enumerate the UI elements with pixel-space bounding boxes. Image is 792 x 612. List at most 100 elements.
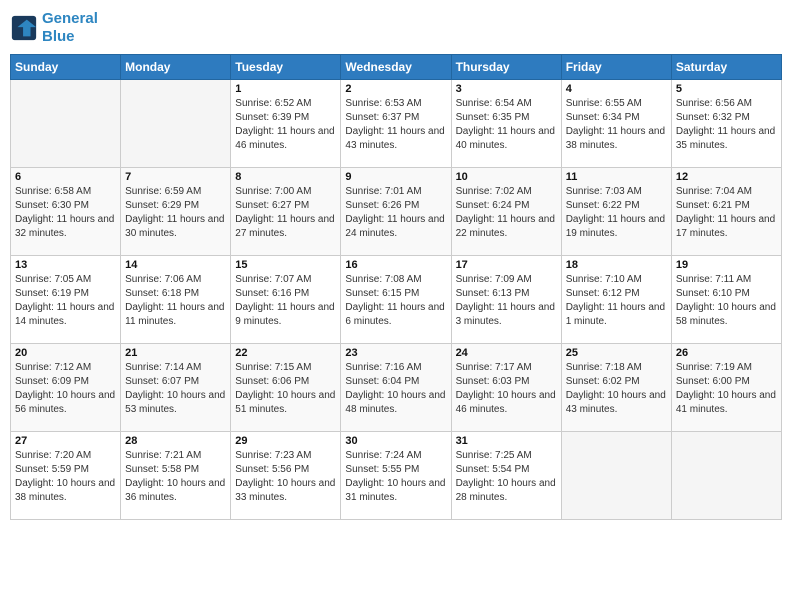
- day-number: 6: [15, 171, 116, 183]
- daylight-text: Daylight: 11 hours and 14 minutes.: [15, 301, 116, 329]
- daylight-text: Daylight: 11 hours and 24 minutes.: [345, 213, 446, 241]
- daylight-text: Daylight: 10 hours and 28 minutes.: [456, 477, 557, 505]
- calendar-cell: 25Sunrise: 7:18 AMSunset: 6:02 PMDayligh…: [561, 344, 671, 432]
- calendar-cell: 13Sunrise: 7:05 AMSunset: 6:19 PMDayligh…: [11, 256, 121, 344]
- daylight-text: Daylight: 10 hours and 51 minutes.: [235, 389, 336, 417]
- calendar-cell: 29Sunrise: 7:23 AMSunset: 5:56 PMDayligh…: [231, 432, 341, 520]
- day-number: 16: [345, 259, 446, 271]
- calendar-week-row: 27Sunrise: 7:20 AMSunset: 5:59 PMDayligh…: [11, 432, 782, 520]
- calendar-week-row: 13Sunrise: 7:05 AMSunset: 6:19 PMDayligh…: [11, 256, 782, 344]
- sunset-text: Sunset: 5:59 PM: [15, 463, 116, 477]
- calendar-cell: 11Sunrise: 7:03 AMSunset: 6:22 PMDayligh…: [561, 168, 671, 256]
- calendar-cell: 2Sunrise: 6:53 AMSunset: 6:37 PMDaylight…: [341, 80, 451, 168]
- daylight-text: Daylight: 10 hours and 41 minutes.: [676, 389, 777, 417]
- sunrise-text: Sunrise: 7:08 AM: [345, 273, 446, 287]
- calendar-cell: 8Sunrise: 7:00 AMSunset: 6:27 PMDaylight…: [231, 168, 341, 256]
- day-number: 1: [235, 83, 336, 95]
- day-number: 11: [566, 171, 667, 183]
- sunrise-text: Sunrise: 7:20 AM: [15, 449, 116, 463]
- day-number: 31: [456, 435, 557, 447]
- calendar-week-row: 20Sunrise: 7:12 AMSunset: 6:09 PMDayligh…: [11, 344, 782, 432]
- day-number: 26: [676, 347, 777, 359]
- sunrise-text: Sunrise: 6:55 AM: [566, 97, 667, 111]
- daylight-text: Daylight: 10 hours and 38 minutes.: [15, 477, 116, 505]
- daylight-text: Daylight: 11 hours and 38 minutes.: [566, 125, 667, 153]
- page-header: General Blue: [10, 10, 782, 46]
- daylight-text: Daylight: 11 hours and 17 minutes.: [676, 213, 777, 241]
- calendar-cell: 18Sunrise: 7:10 AMSunset: 6:12 PMDayligh…: [561, 256, 671, 344]
- calendar-cell: 14Sunrise: 7:06 AMSunset: 6:18 PMDayligh…: [121, 256, 231, 344]
- day-number: 19: [676, 259, 777, 271]
- daylight-text: Daylight: 10 hours and 56 minutes.: [15, 389, 116, 417]
- sunrise-text: Sunrise: 7:03 AM: [566, 185, 667, 199]
- calendar-cell: 5Sunrise: 6:56 AMSunset: 6:32 PMDaylight…: [671, 80, 781, 168]
- calendar-cell: 31 Sunrise: 7:25 AMSunset: 5:54 PMDayligh…: [451, 432, 561, 520]
- sunrise-text: Sunrise: 7:17 AM: [456, 361, 557, 375]
- day-number: 21: [125, 347, 226, 359]
- sunset-text: Sunset: 5:54 PM: [456, 463, 557, 477]
- calendar-cell: [561, 432, 671, 520]
- calendar-cell: 17Sunrise: 7:09 AMSunset: 6:13 PMDayligh…: [451, 256, 561, 344]
- calendar-week-row: 6 Sunrise: 6:58 AMSunset: 6:30 PM Daylight…: [11, 168, 782, 256]
- sunrise-text: Sunrise: 7:16 AM: [345, 361, 446, 375]
- daylight-text: Daylight: 11 hours and 40 minutes.: [456, 125, 557, 153]
- sunrise-text: Sunrise: 7:14 AM: [125, 361, 226, 375]
- calendar-cell: 19Sunrise: 7:11 AMSunset: 6:10 PMDayligh…: [671, 256, 781, 344]
- calendar-cell: 3Sunrise: 6:54 AMSunset: 6:35 PMDaylight…: [451, 80, 561, 168]
- sunrise-text: Sunrise: 7:10 AM: [566, 273, 667, 287]
- sunrise-text: Sunrise: 7:02 AM: [456, 185, 557, 199]
- sunset-text: Sunset: 6:15 PM: [345, 287, 446, 301]
- column-header-friday: Friday: [561, 55, 671, 80]
- sunset-text: Sunset: 6:34 PM: [566, 111, 667, 125]
- sunset-text: Sunset: 6:35 PM: [456, 111, 557, 125]
- day-number: 23: [345, 347, 446, 359]
- day-number: 5: [676, 83, 777, 95]
- daylight-text: Daylight: 11 hours and 1 minute.: [566, 301, 667, 329]
- sunrise-text: Sunrise: 6:56 AM: [676, 97, 777, 111]
- logo-icon: [10, 14, 38, 42]
- daylight-text: Daylight: 11 hours and 9 minutes.: [235, 301, 336, 329]
- sunrise-text: Sunrise: 7:25 AM: [456, 449, 557, 463]
- sunset-text: Sunset: 6:02 PM: [566, 375, 667, 389]
- sunrise-text: Sunrise: 7:00 AM: [235, 185, 336, 199]
- sunset-text: Sunset: 6:13 PM: [456, 287, 557, 301]
- sunrise-text: Sunrise: 7:12 AM: [15, 361, 116, 375]
- sunrise-text: Sunrise: 7:24 AM: [345, 449, 446, 463]
- sunrise-text: Sunrise: 7:21 AM: [125, 449, 226, 463]
- day-number: 24: [456, 347, 557, 359]
- sunset-text: Sunset: 6:30 PM: [15, 199, 116, 213]
- calendar-cell: 7Sunrise: 6:59 AMSunset: 6:29 PMDaylight…: [121, 168, 231, 256]
- calendar-cell: 6Sunrise: 6:58 AMSunset: 6:30 PMDaylight…: [11, 168, 121, 256]
- calendar-cell: 23Sunrise: 7:16 AMSunset: 6:04 PMDayligh…: [341, 344, 451, 432]
- day-number: 13: [15, 259, 116, 271]
- day-number: 2: [345, 83, 446, 95]
- daylight-text: Daylight: 11 hours and 35 minutes.: [676, 125, 777, 153]
- logo-text: General Blue: [42, 10, 98, 46]
- daylight-text: Daylight: 11 hours and 3 minutes.: [456, 301, 557, 329]
- sunrise-text: Sunrise: 7:19 AM: [676, 361, 777, 375]
- sunset-text: Sunset: 6:18 PM: [125, 287, 226, 301]
- day-number: 30: [345, 435, 446, 447]
- day-number: 3: [456, 83, 557, 95]
- day-number: 14: [125, 259, 226, 271]
- sunrise-text: Sunrise: 7:04 AM: [676, 185, 777, 199]
- calendar-cell: 1Sunrise: 6:52 AMSunset: 6:39 PMDaylight…: [231, 80, 341, 168]
- sunset-text: Sunset: 6:19 PM: [15, 287, 116, 301]
- sunset-text: Sunset: 5:56 PM: [235, 463, 336, 477]
- day-number: 28: [125, 435, 226, 447]
- column-header-sunday: Sunday: [11, 55, 121, 80]
- sunset-text: Sunset: 6:39 PM: [235, 111, 336, 125]
- sunset-text: Sunset: 6:06 PM: [235, 375, 336, 389]
- daylight-text: Daylight: 10 hours and 36 minutes.: [125, 477, 226, 505]
- calendar-cell: 12Sunrise: 7:04 AMSunset: 6:21 PMDayligh…: [671, 168, 781, 256]
- day-number: 10: [456, 171, 557, 183]
- calendar-cell: 15Sunrise: 7:07 AMSunset: 6:16 PMDayligh…: [231, 256, 341, 344]
- sunset-text: Sunset: 6:04 PM: [345, 375, 446, 389]
- column-header-tuesday: Tuesday: [231, 55, 341, 80]
- sunset-text: Sunset: 6:24 PM: [456, 199, 557, 213]
- calendar-cell: 27Sunrise: 7:20 AMSunset: 5:59 PMDayligh…: [11, 432, 121, 520]
- day-number: 8: [235, 171, 336, 183]
- sunrise-text: Sunrise: 7:07 AM: [235, 273, 336, 287]
- sunrise-text: Sunrise: 7:15 AM: [235, 361, 336, 375]
- sunrise-text: Sunrise: 6:58 AM: [15, 185, 116, 199]
